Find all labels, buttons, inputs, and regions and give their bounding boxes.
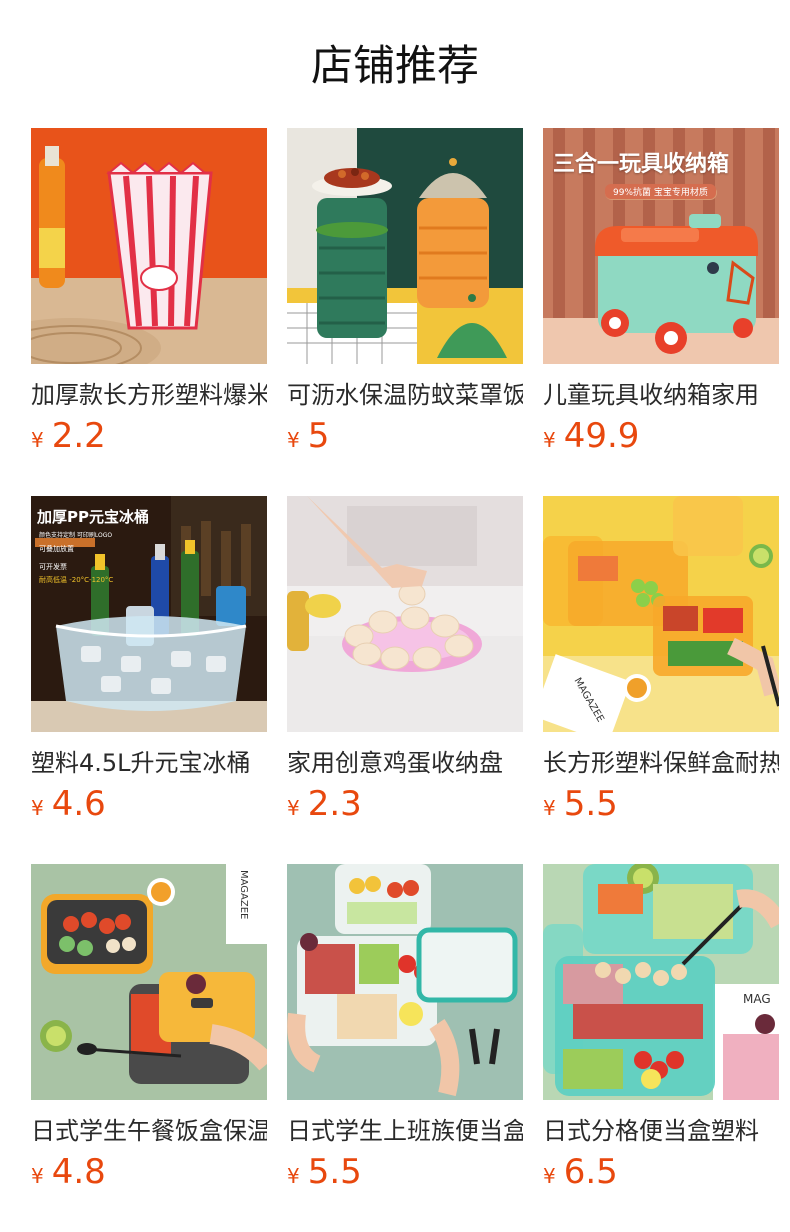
product-card[interactable]: 加厚PP元宝冰桶 颜色支持定制 可印刷LOGO 可叠加放置 可开发票 耐高低温 … (31, 496, 267, 864)
product-card[interactable]: 三合一玩具收纳箱 99%抗菌 宝宝专用材质 儿童玩具收纳箱家用 ¥49.9 (543, 128, 779, 496)
price-value: 6.5 (563, 1152, 618, 1192)
currency-symbol: ¥ (287, 796, 300, 820)
currency-symbol: ¥ (287, 428, 300, 452)
product-price: ¥4.6 (31, 782, 267, 826)
product-name: 家用创意鸡蛋收纳盘 (287, 749, 503, 777)
banner-line: 可开发票 (39, 563, 67, 571)
product-card[interactable]: MAG 日式分格便当盒塑料 ¥6.5 (543, 864, 779, 1232)
price-value: 2.2 (51, 416, 106, 456)
lunch-box-image[interactable]: MAGAZEE (31, 864, 267, 1100)
product-name: 可沥水保温防蚊菜罩饭菜罩 (287, 381, 523, 409)
magazine-label: MAGAZEE (238, 870, 249, 920)
banner-subtitle: 99%抗菌 宝宝专用材质 (605, 184, 716, 199)
currency-symbol: ¥ (287, 1164, 300, 1188)
product-name: 儿童玩具收纳箱家用 (543, 381, 759, 409)
currency-symbol: ¥ (543, 428, 556, 452)
page-title: 店铺推荐 (310, 41, 479, 90)
product-name: 日式学生上班族便当盒 (287, 1117, 523, 1145)
banner-line: 耐高低温 -20°C-120°C (39, 576, 114, 584)
product-name: 塑料4.5L升元宝冰桶 (31, 749, 251, 777)
price-value: 4.6 (51, 784, 106, 824)
product-card[interactable]: 日式学生上班族便当盒 ¥5.5 (287, 864, 523, 1232)
price-value: 5.5 (307, 1152, 362, 1192)
crisper-box-image[interactable]: MAGAZEE (543, 496, 779, 732)
toy-storage-box-image[interactable]: 三合一玩具收纳箱 99%抗菌 宝宝专用材质 (543, 128, 779, 364)
divided-bento-image[interactable]: MAG (543, 864, 779, 1100)
product-price: ¥5.5 (287, 1150, 523, 1194)
ice-bucket-image[interactable]: 加厚PP元宝冰桶 颜色支持定制 可印刷LOGO 可叠加放置 可开发票 耐高低温 … (31, 496, 267, 732)
product-price: ¥5.5 (543, 782, 779, 826)
price-value: 4.8 (51, 1152, 106, 1192)
product-price: ¥5 (287, 414, 523, 458)
product-name: 长方形塑料保鲜盒耐热 (543, 749, 779, 777)
banner-title: 加厚PP元宝冰桶 (37, 508, 149, 526)
product-name: 加厚款长方形塑料爆米花桶 (31, 381, 267, 409)
product-card[interactable]: MAGAZEE 日式学生午餐饭盒保温 ¥4.8 (31, 864, 267, 1232)
banner-title: 三合一玩具收纳箱 (553, 152, 730, 177)
currency-symbol: ¥ (31, 428, 44, 452)
food-cover-image[interactable] (287, 128, 523, 364)
banner-line: 颜色支持定制 可印刷LOGO (39, 532, 113, 539)
product-price: ¥2.2 (31, 414, 267, 458)
currency-symbol: ¥ (31, 1164, 44, 1188)
price-value: 5.5 (563, 784, 618, 824)
egg-tray-image[interactable] (287, 496, 523, 732)
price-value: 49.9 (563, 416, 640, 456)
currency-symbol: ¥ (31, 796, 44, 820)
product-name: 日式学生午餐饭盒保温 (31, 1117, 267, 1145)
magazine-label: MAG (743, 992, 771, 1006)
price-value: 2.3 (307, 784, 362, 824)
price-value: 5 (307, 416, 330, 456)
product-card[interactable]: MAGAZEE 长方形塑料保鲜盒耐热 ¥5.5 (543, 496, 779, 864)
currency-symbol: ¥ (543, 1164, 556, 1188)
currency-symbol: ¥ (543, 796, 556, 820)
bento-box-image[interactable] (287, 864, 523, 1100)
product-card[interactable]: 可沥水保温防蚊菜罩饭菜罩 ¥5 (287, 128, 523, 496)
product-price: ¥6.5 (543, 1150, 779, 1194)
product-price: ¥2.3 (287, 782, 523, 826)
banner-line: 可叠加放置 (39, 545, 74, 553)
product-price: ¥49.9 (543, 414, 779, 458)
product-grid: 加厚款长方形塑料爆米花桶 ¥2.2 (31, 128, 779, 1232)
product-card[interactable]: 加厚款长方形塑料爆米花桶 ¥2.2 (31, 128, 267, 496)
product-price: ¥4.8 (31, 1150, 267, 1194)
product-card[interactable]: 家用创意鸡蛋收纳盘 ¥2.3 (287, 496, 523, 864)
popcorn-bucket-image[interactable] (31, 128, 267, 364)
product-name: 日式分格便当盒塑料 (543, 1117, 759, 1145)
